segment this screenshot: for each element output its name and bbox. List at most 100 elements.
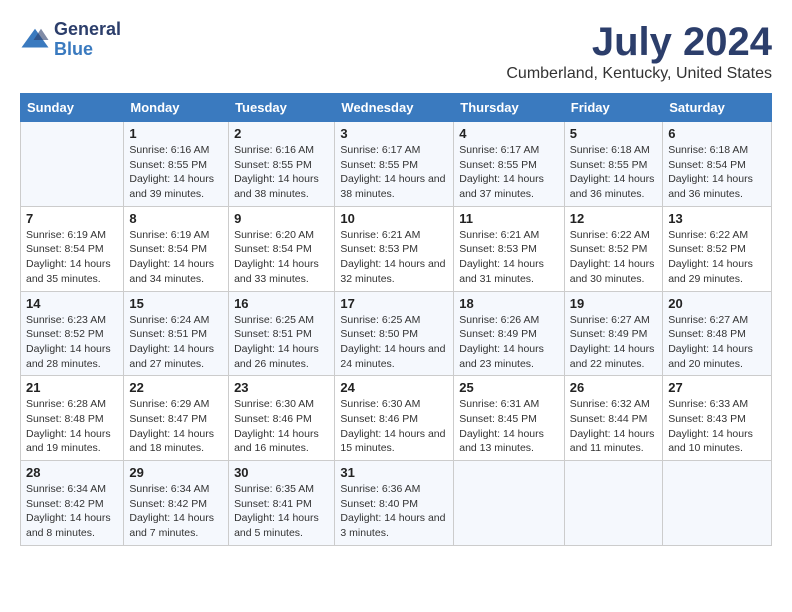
day-info: Sunrise: 6:36 AMSunset: 8:40 PMDaylight:… bbox=[340, 482, 448, 541]
day-info: Sunrise: 6:26 AMSunset: 8:49 PMDaylight:… bbox=[459, 313, 559, 372]
day-number: 14 bbox=[26, 296, 118, 311]
day-info: Sunrise: 6:35 AMSunset: 8:41 PMDaylight:… bbox=[234, 482, 329, 541]
week-row-5: 28 Sunrise: 6:34 AMSunset: 8:42 PMDaylig… bbox=[21, 461, 772, 546]
day-cell: 14 Sunrise: 6:23 AMSunset: 8:52 PMDaylig… bbox=[21, 291, 124, 376]
day-cell: 30 Sunrise: 6:35 AMSunset: 8:41 PMDaylig… bbox=[229, 461, 335, 546]
day-cell: 24 Sunrise: 6:30 AMSunset: 8:46 PMDaylig… bbox=[335, 376, 454, 461]
column-header-thursday: Thursday bbox=[454, 94, 565, 122]
week-row-3: 14 Sunrise: 6:23 AMSunset: 8:52 PMDaylig… bbox=[21, 291, 772, 376]
day-cell: 15 Sunrise: 6:24 AMSunset: 8:51 PMDaylig… bbox=[124, 291, 229, 376]
day-info: Sunrise: 6:19 AMSunset: 8:54 PMDaylight:… bbox=[26, 228, 118, 287]
day-info: Sunrise: 6:20 AMSunset: 8:54 PMDaylight:… bbox=[234, 228, 329, 287]
day-cell: 12 Sunrise: 6:22 AMSunset: 8:52 PMDaylig… bbox=[564, 206, 662, 291]
day-info: Sunrise: 6:22 AMSunset: 8:52 PMDaylight:… bbox=[570, 228, 657, 287]
day-cell: 7 Sunrise: 6:19 AMSunset: 8:54 PMDayligh… bbox=[21, 206, 124, 291]
day-info: Sunrise: 6:32 AMSunset: 8:44 PMDaylight:… bbox=[570, 397, 657, 456]
day-info: Sunrise: 6:27 AMSunset: 8:48 PMDaylight:… bbox=[668, 313, 766, 372]
title-block: July 2024 Cumberland, Kentucky, United S… bbox=[506, 20, 772, 83]
week-row-1: 1 Sunrise: 6:16 AMSunset: 8:55 PMDayligh… bbox=[21, 122, 772, 207]
day-cell: 22 Sunrise: 6:29 AMSunset: 8:47 PMDaylig… bbox=[124, 376, 229, 461]
day-number: 21 bbox=[26, 380, 118, 395]
week-row-2: 7 Sunrise: 6:19 AMSunset: 8:54 PMDayligh… bbox=[21, 206, 772, 291]
day-number: 28 bbox=[26, 465, 118, 480]
day-info: Sunrise: 6:31 AMSunset: 8:45 PMDaylight:… bbox=[459, 397, 559, 456]
day-number: 22 bbox=[129, 380, 223, 395]
day-info: Sunrise: 6:27 AMSunset: 8:49 PMDaylight:… bbox=[570, 313, 657, 372]
day-number: 10 bbox=[340, 211, 448, 226]
day-info: Sunrise: 6:25 AMSunset: 8:51 PMDaylight:… bbox=[234, 313, 329, 372]
day-number: 23 bbox=[234, 380, 329, 395]
subtitle: Cumberland, Kentucky, United States bbox=[506, 65, 772, 83]
day-cell: 10 Sunrise: 6:21 AMSunset: 8:53 PMDaylig… bbox=[335, 206, 454, 291]
day-info: Sunrise: 6:34 AMSunset: 8:42 PMDaylight:… bbox=[26, 482, 118, 541]
day-number: 7 bbox=[26, 211, 118, 226]
logo-blue: Blue bbox=[54, 39, 93, 59]
column-header-wednesday: Wednesday bbox=[335, 94, 454, 122]
column-header-monday: Monday bbox=[124, 94, 229, 122]
day-cell: 27 Sunrise: 6:33 AMSunset: 8:43 PMDaylig… bbox=[663, 376, 772, 461]
day-number: 3 bbox=[340, 126, 448, 141]
day-number: 24 bbox=[340, 380, 448, 395]
day-info: Sunrise: 6:23 AMSunset: 8:52 PMDaylight:… bbox=[26, 313, 118, 372]
day-cell: 2 Sunrise: 6:16 AMSunset: 8:55 PMDayligh… bbox=[229, 122, 335, 207]
day-cell: 16 Sunrise: 6:25 AMSunset: 8:51 PMDaylig… bbox=[229, 291, 335, 376]
day-number: 8 bbox=[129, 211, 223, 226]
logo-text: General Blue bbox=[54, 20, 121, 60]
day-number: 29 bbox=[129, 465, 223, 480]
day-cell bbox=[663, 461, 772, 546]
column-header-sunday: Sunday bbox=[21, 94, 124, 122]
day-number: 13 bbox=[668, 211, 766, 226]
logo-general: General bbox=[54, 19, 121, 39]
day-cell: 20 Sunrise: 6:27 AMSunset: 8:48 PMDaylig… bbox=[663, 291, 772, 376]
day-info: Sunrise: 6:17 AMSunset: 8:55 PMDaylight:… bbox=[340, 143, 448, 202]
day-info: Sunrise: 6:16 AMSunset: 8:55 PMDaylight:… bbox=[129, 143, 223, 202]
day-cell: 8 Sunrise: 6:19 AMSunset: 8:54 PMDayligh… bbox=[124, 206, 229, 291]
day-info: Sunrise: 6:29 AMSunset: 8:47 PMDaylight:… bbox=[129, 397, 223, 456]
day-info: Sunrise: 6:33 AMSunset: 8:43 PMDaylight:… bbox=[668, 397, 766, 456]
column-header-saturday: Saturday bbox=[663, 94, 772, 122]
day-cell: 19 Sunrise: 6:27 AMSunset: 8:49 PMDaylig… bbox=[564, 291, 662, 376]
day-number: 18 bbox=[459, 296, 559, 311]
day-cell bbox=[454, 461, 565, 546]
day-info: Sunrise: 6:30 AMSunset: 8:46 PMDaylight:… bbox=[234, 397, 329, 456]
day-cell: 28 Sunrise: 6:34 AMSunset: 8:42 PMDaylig… bbox=[21, 461, 124, 546]
day-cell: 1 Sunrise: 6:16 AMSunset: 8:55 PMDayligh… bbox=[124, 122, 229, 207]
day-info: Sunrise: 6:22 AMSunset: 8:52 PMDaylight:… bbox=[668, 228, 766, 287]
day-number: 27 bbox=[668, 380, 766, 395]
day-info: Sunrise: 6:16 AMSunset: 8:55 PMDaylight:… bbox=[234, 143, 329, 202]
column-header-tuesday: Tuesday bbox=[229, 94, 335, 122]
page-header: General Blue July 2024 Cumberland, Kentu… bbox=[20, 20, 772, 83]
day-cell bbox=[564, 461, 662, 546]
week-row-4: 21 Sunrise: 6:28 AMSunset: 8:48 PMDaylig… bbox=[21, 376, 772, 461]
main-title: July 2024 bbox=[506, 20, 772, 65]
day-cell: 5 Sunrise: 6:18 AMSunset: 8:55 PMDayligh… bbox=[564, 122, 662, 207]
calendar-table: SundayMondayTuesdayWednesdayThursdayFrid… bbox=[20, 93, 772, 546]
day-cell: 25 Sunrise: 6:31 AMSunset: 8:45 PMDaylig… bbox=[454, 376, 565, 461]
header-row: SundayMondayTuesdayWednesdayThursdayFrid… bbox=[21, 94, 772, 122]
day-number: 26 bbox=[570, 380, 657, 395]
logo-icon bbox=[20, 25, 50, 55]
day-cell: 23 Sunrise: 6:30 AMSunset: 8:46 PMDaylig… bbox=[229, 376, 335, 461]
day-cell: 31 Sunrise: 6:36 AMSunset: 8:40 PMDaylig… bbox=[335, 461, 454, 546]
day-info: Sunrise: 6:18 AMSunset: 8:55 PMDaylight:… bbox=[570, 143, 657, 202]
day-cell: 13 Sunrise: 6:22 AMSunset: 8:52 PMDaylig… bbox=[663, 206, 772, 291]
day-number: 9 bbox=[234, 211, 329, 226]
day-info: Sunrise: 6:18 AMSunset: 8:54 PMDaylight:… bbox=[668, 143, 766, 202]
day-info: Sunrise: 6:28 AMSunset: 8:48 PMDaylight:… bbox=[26, 397, 118, 456]
day-number: 30 bbox=[234, 465, 329, 480]
day-number: 16 bbox=[234, 296, 329, 311]
day-number: 1 bbox=[129, 126, 223, 141]
day-number: 20 bbox=[668, 296, 766, 311]
day-cell bbox=[21, 122, 124, 207]
day-info: Sunrise: 6:21 AMSunset: 8:53 PMDaylight:… bbox=[340, 228, 448, 287]
day-info: Sunrise: 6:24 AMSunset: 8:51 PMDaylight:… bbox=[129, 313, 223, 372]
day-cell: 4 Sunrise: 6:17 AMSunset: 8:55 PMDayligh… bbox=[454, 122, 565, 207]
day-cell: 21 Sunrise: 6:28 AMSunset: 8:48 PMDaylig… bbox=[21, 376, 124, 461]
day-number: 6 bbox=[668, 126, 766, 141]
day-number: 31 bbox=[340, 465, 448, 480]
day-cell: 26 Sunrise: 6:32 AMSunset: 8:44 PMDaylig… bbox=[564, 376, 662, 461]
day-info: Sunrise: 6:17 AMSunset: 8:55 PMDaylight:… bbox=[459, 143, 559, 202]
day-number: 25 bbox=[459, 380, 559, 395]
column-header-friday: Friday bbox=[564, 94, 662, 122]
day-number: 4 bbox=[459, 126, 559, 141]
